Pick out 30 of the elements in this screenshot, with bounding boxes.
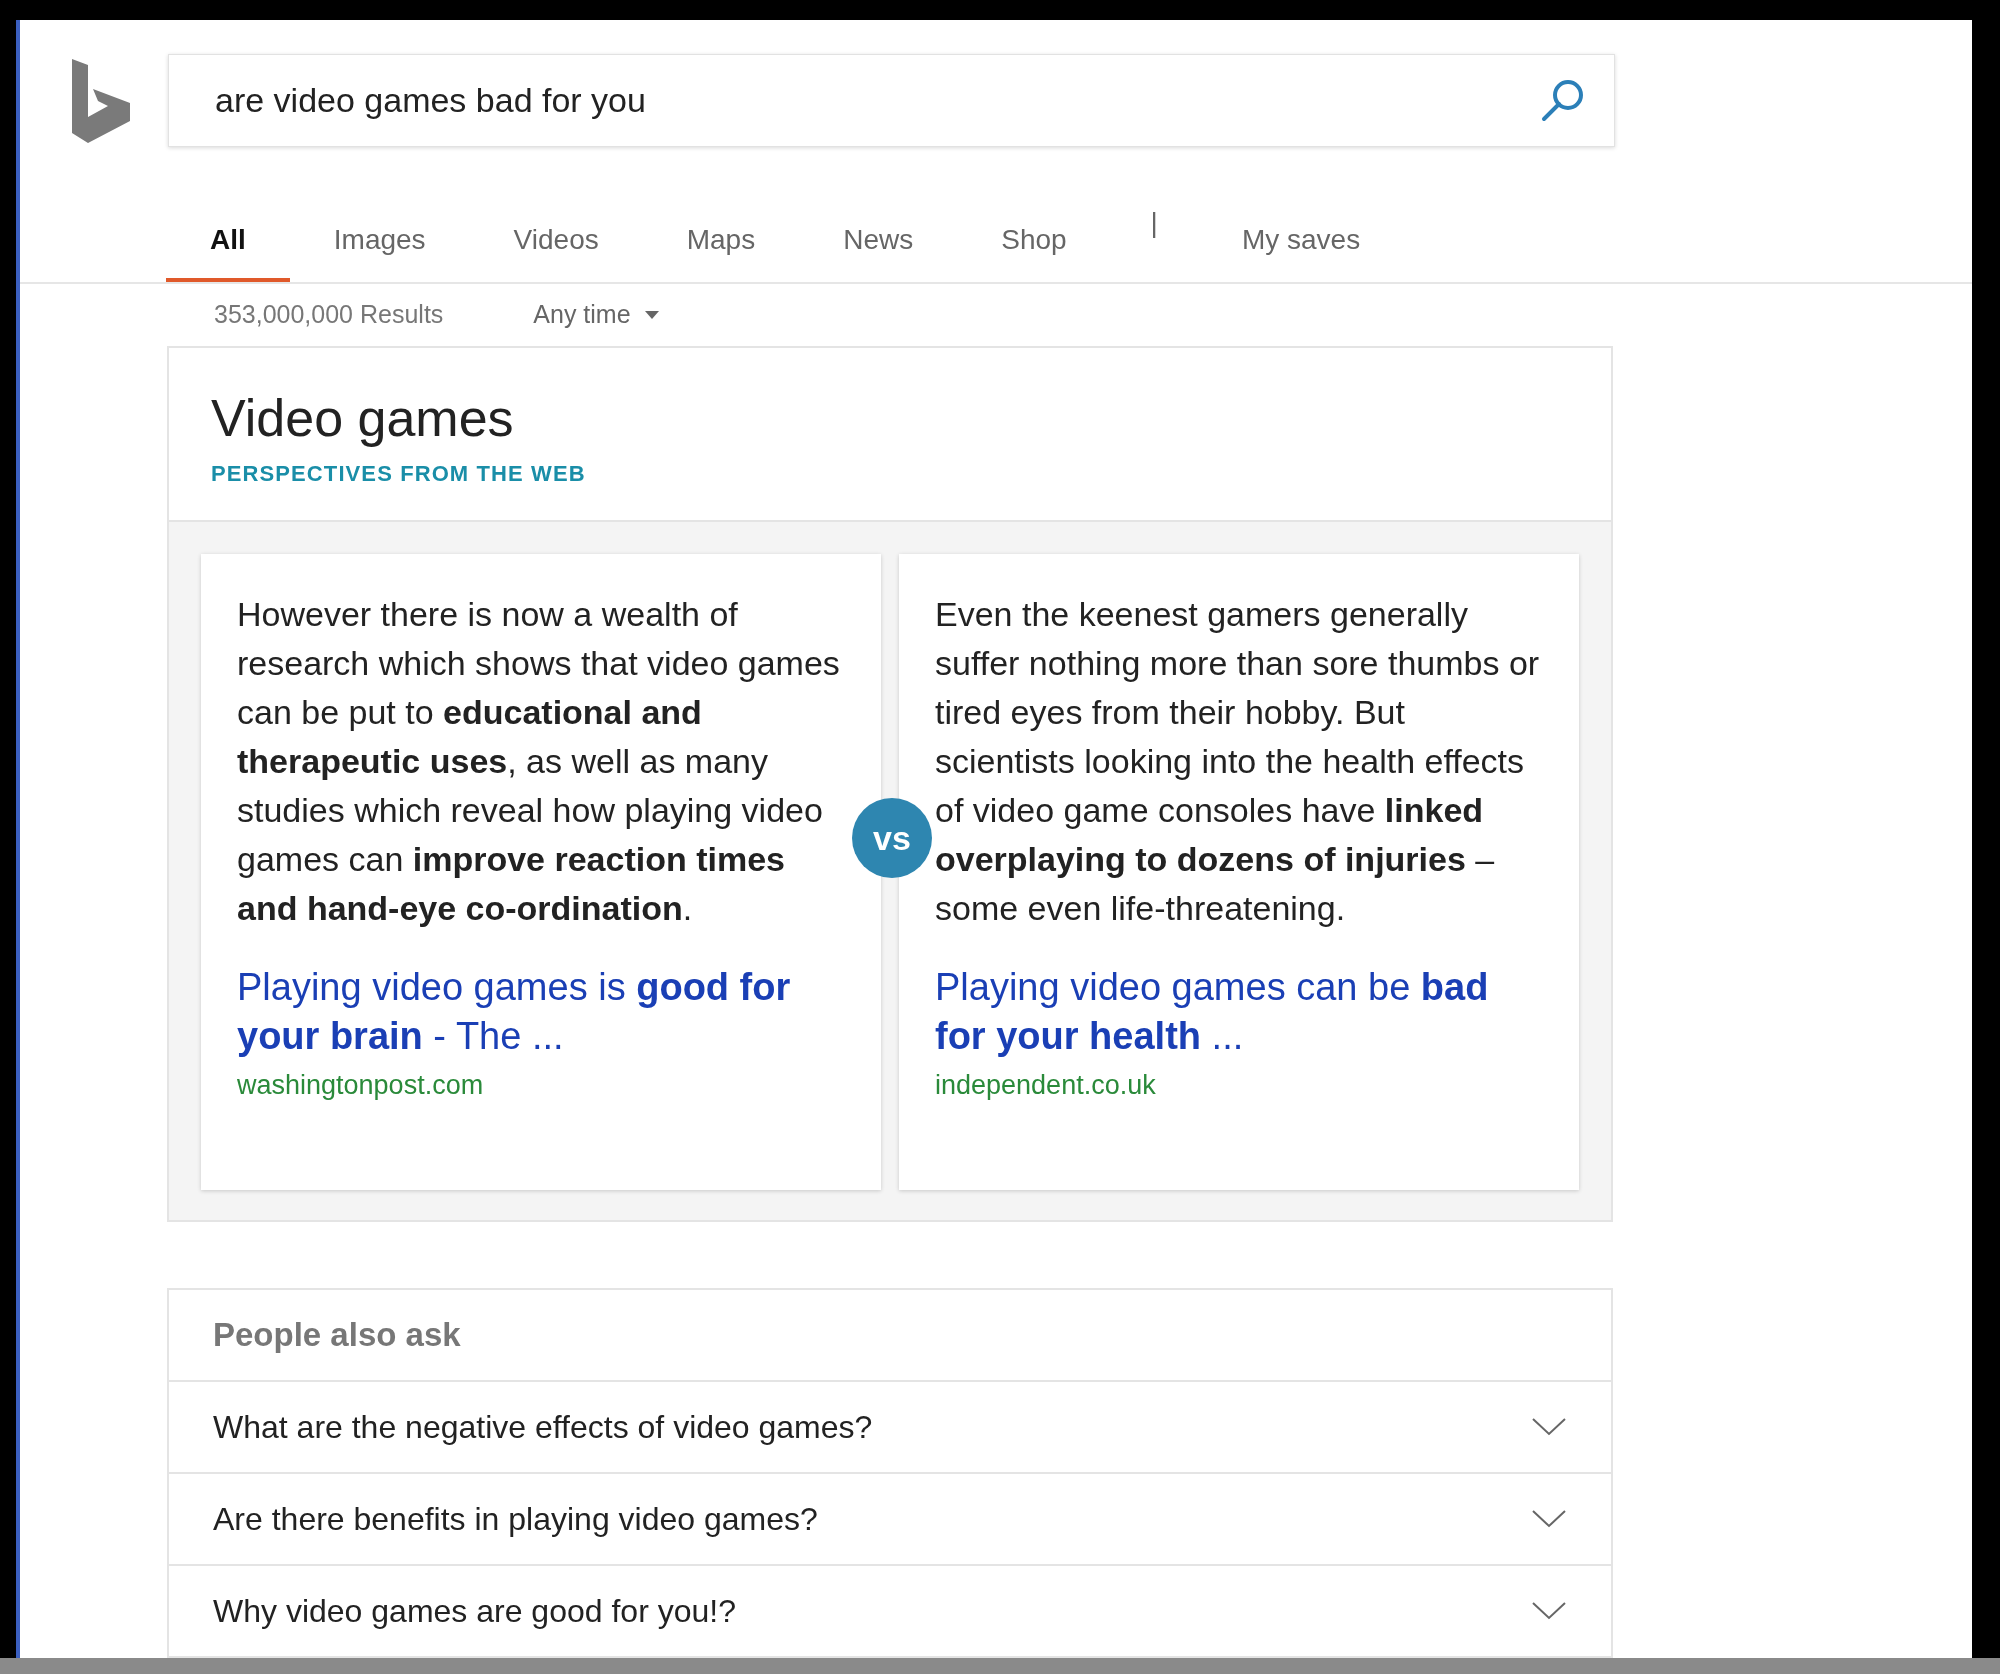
question-row[interactable]: What are the negative effects of video games? (169, 1382, 1611, 1474)
search-field[interactable]: are video games bad for you (168, 54, 1615, 147)
source-url: independent.co.uk (935, 1069, 1157, 1102)
card-title: Video games (211, 388, 515, 449)
panel-title: People also ask (169, 1290, 1611, 1382)
nav-tab[interactable]: Maps (642, 201, 800, 282)
caret-icon (644, 310, 659, 319)
perspective-text: Even the keenest gamers generally suffer nothing more than sore thumbs or tired eyes from their hobby. But scientists looking into the health effects of video game consoles have linked overplaying to dozens of injuries – some even life-threatening. (935, 594, 1541, 929)
article-link[interactable]: Playing video games can be bad for your health ... (935, 963, 1543, 1061)
nav-tab[interactable]: All (166, 201, 290, 282)
question-text: Why video games are good for you!? (213, 1592, 736, 1631)
question-text: Are there benefits in playing video games? (213, 1500, 818, 1539)
nav-tab[interactable]: News (799, 201, 958, 282)
chevron-down-icon[interactable] (1531, 1509, 1567, 1529)
tab-separator: | (1149, 205, 1159, 240)
chevron-down-icon[interactable] (1531, 1417, 1567, 1437)
nav-tab[interactable]: Videos (469, 201, 643, 282)
source-url: washingtonpost.com (237, 1069, 485, 1102)
card-subtitle: PERSPECTIVES FROM THE WEB (211, 460, 587, 488)
results-count: 353,000,000 Results (214, 299, 444, 331)
logo-icon (72, 58, 130, 143)
nav-tab[interactable]: Shop (957, 201, 1111, 282)
nav-tab[interactable]: Images (289, 201, 470, 282)
chevron-down-icon[interactable] (1531, 1601, 1567, 1621)
article-link[interactable]: Playing video games is good for your brain - The ... (237, 963, 845, 1061)
question-text: What are the negative effects of video games? (213, 1408, 873, 1447)
my-saves-link[interactable]: My saves (1197, 201, 1405, 282)
question-row[interactable]: Are there benefits in playing video games? (169, 1474, 1611, 1566)
perspective-text: However there is now a wealth of research which shows that video games can be put to educational and therapeutic uses, as well as many studies which reveal how playing video games can improve reaction times and hand-eye co-ordination. (237, 594, 841, 929)
time-filter-dropdown[interactable]: Any time (533, 296, 659, 334)
